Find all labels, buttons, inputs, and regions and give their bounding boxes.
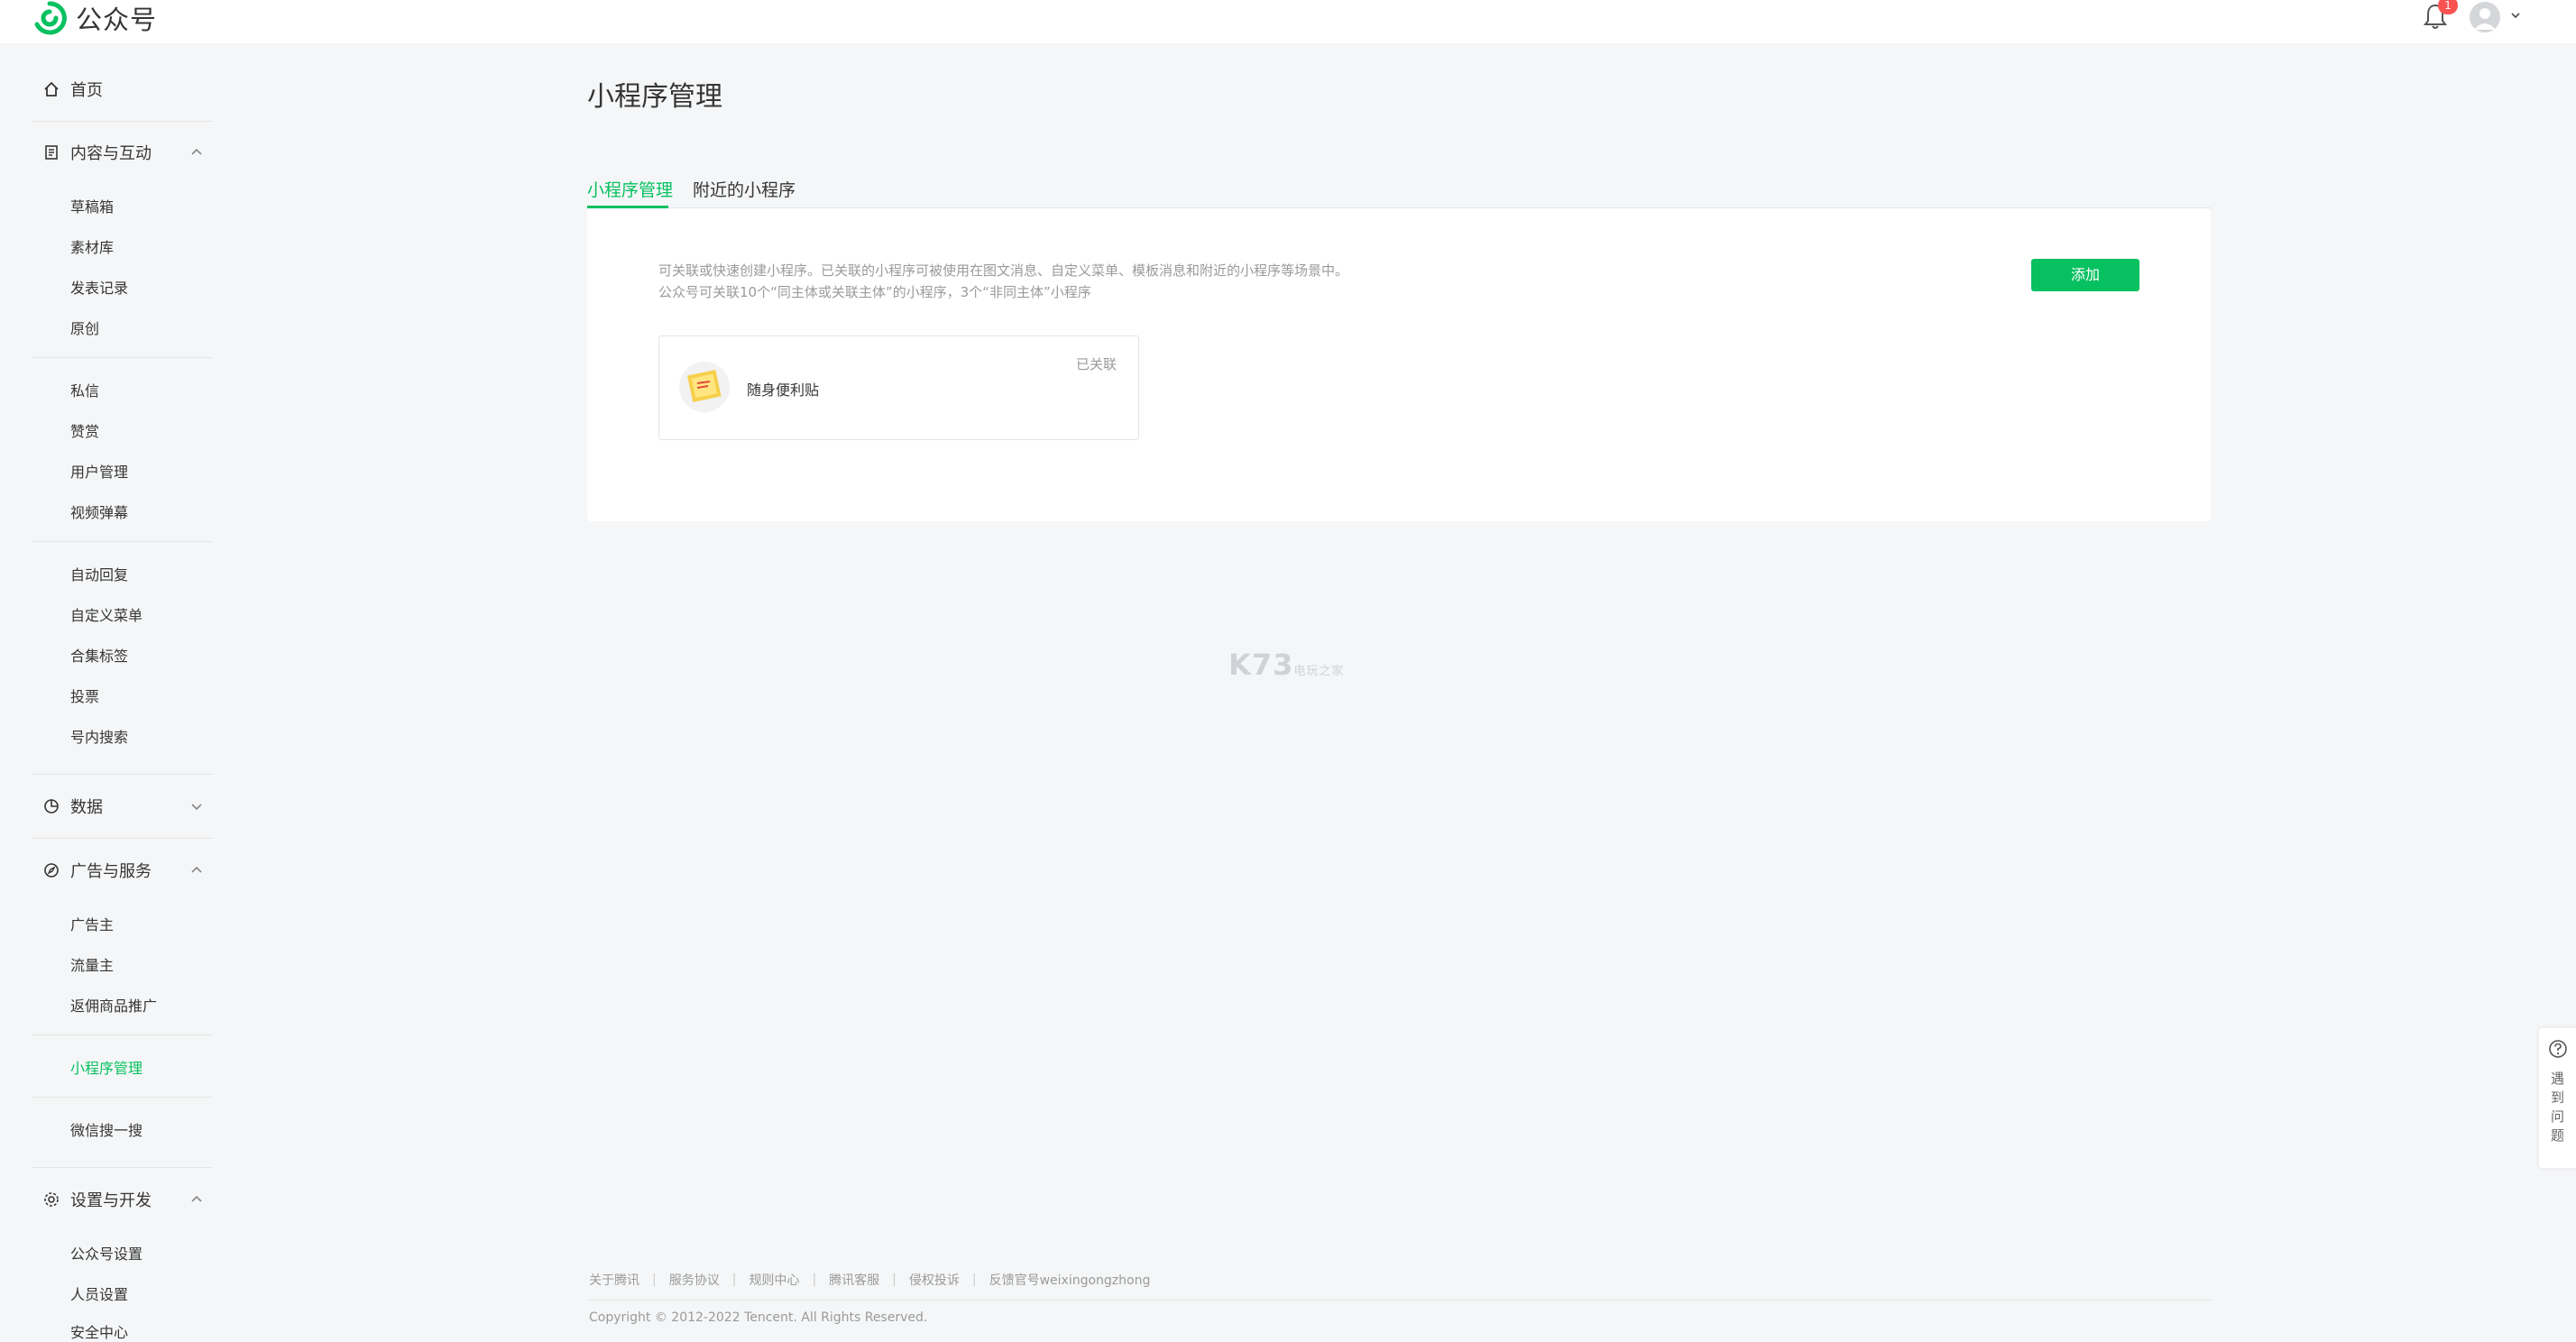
description-line-2: 公众号可关联10个“同主体或关联主体”的小程序，3个“非同主体”小程序: [658, 284, 1091, 300]
question-icon: [2549, 1040, 2567, 1058]
sidebar-item-security-center[interactable]: 安全中心: [70, 1320, 128, 1342]
miniprogram-logo: [679, 362, 730, 412]
description-line-1: 可关联或快速创建小程序。已关联的小程序可被使用在图文消息、自定义菜单、模板消息和…: [658, 262, 1349, 279]
footer-link-support[interactable]: 腾讯客服: [829, 1271, 879, 1289]
sidebar-item-materials[interactable]: 素材库: [70, 235, 114, 257]
sidebar-item-reward[interactable]: 赞赏: [70, 419, 99, 441]
sidebar-item-custom-menu[interactable]: 自定义菜单: [70, 603, 143, 625]
gear-icon: [41, 1190, 61, 1209]
sidebar-item-messages[interactable]: 私信: [70, 379, 99, 400]
sidebar-item-account-settings[interactable]: 公众号设置: [70, 1242, 143, 1264]
page-title: 小程序管理: [587, 81, 722, 113]
home-icon: [41, 79, 61, 99]
help-button[interactable]: 遇 到 问 题: [2539, 1028, 2576, 1168]
footer-link-feedback[interactable]: 反馈官号weixingongzhong: [989, 1271, 1151, 1289]
miniprogram-name: 随身便利贴: [747, 381, 820, 399]
sidebar-item-publisher[interactable]: 流量主: [70, 953, 114, 975]
sidebar-item-video-danmaku[interactable]: 视频弹幕: [70, 501, 128, 522]
sidebar-item-publish-records[interactable]: 发表记录: [70, 276, 128, 298]
copyright: Copyright © 2012-2022 Tencent. All Right…: [589, 1310, 928, 1325]
sidebar: 首页 内容与互动 草稿箱 素材库 发表记录 原创 私信 赞赏 用户管理 视频弹幕…: [32, 43, 213, 1341]
sidebar-item-home[interactable]: 首页: [32, 69, 213, 109]
document-icon: [41, 142, 61, 162]
divider: [32, 838, 213, 839]
sidebar-item-users[interactable]: 用户管理: [70, 460, 128, 482]
sidebar-item-collection-tags[interactable]: 合集标签: [70, 644, 128, 666]
sidebar-item-auto-reply[interactable]: 自动回复: [70, 563, 128, 584]
watermark-main: K73: [1228, 648, 1294, 682]
footer-divider: [589, 1300, 2213, 1301]
watermark: K73电玩之家: [1228, 648, 1344, 682]
sidebar-item-wechat-search[interactable]: 微信搜一搜: [70, 1118, 143, 1140]
notification-badge: 1: [2438, 0, 2458, 14]
help-label: 遇 到 问 题: [2550, 1071, 2564, 1144]
sidebar-item-vote[interactable]: 投票: [70, 685, 99, 706]
footer-links: 关于腾讯 | 服务协议 | 规则中心 | 腾讯客服 | 侵权投诉 | 反馈官号weixin…: [589, 1271, 1151, 1289]
linked-miniprogram-card[interactable]: 随身便利贴 已关联: [658, 336, 1139, 440]
footer-link-rules[interactable]: 规则中心: [749, 1271, 799, 1289]
chevron-up-icon: [191, 148, 202, 155]
divider: [32, 1097, 213, 1098]
top-bar: 公众号 1: [0, 0, 2576, 43]
watermark-sub: 电玩之家: [1293, 665, 1345, 678]
footer-link-about[interactable]: 关于腾讯: [589, 1271, 639, 1289]
sidebar-group-label: 设置与开发: [70, 1191, 152, 1210]
divider: [32, 121, 213, 122]
tab-nearby-miniprogram[interactable]: 附近的小程序: [693, 177, 796, 201]
chevron-up-icon: [191, 866, 202, 873]
sidebar-group-label: 数据: [70, 798, 103, 817]
sidebar-item-staff-settings[interactable]: 人员设置: [70, 1282, 128, 1304]
user-icon: [2474, 8, 2496, 30]
avatar[interactable]: [2470, 2, 2500, 32]
sidebar-group-ads[interactable]: 广告与服务: [32, 850, 213, 890]
chevron-down-icon: [191, 804, 202, 811]
divider: [32, 774, 213, 775]
compass-icon: [41, 860, 61, 880]
add-button[interactable]: 添加: [2031, 259, 2139, 291]
divider: [32, 541, 213, 542]
divider: [32, 357, 213, 358]
footer-link-infringement[interactable]: 侵权投诉: [909, 1271, 960, 1289]
sidebar-item-drafts[interactable]: 草稿箱: [70, 195, 114, 216]
sidebar-item-label: 首页: [70, 81, 103, 100]
miniprogram-panel: 可关联或快速创建小程序。已关联的小程序可被使用在图文消息、自定义菜单、模板消息和…: [587, 208, 2211, 521]
miniprogram-status: 已关联: [1075, 356, 1117, 372]
sidebar-item-original[interactable]: 原创: [70, 317, 99, 338]
sidebar-group-label: 内容与互动: [70, 144, 152, 163]
tab-miniprogram-manage[interactable]: 小程序管理: [587, 177, 673, 201]
footer-link-terms[interactable]: 服务协议: [669, 1271, 720, 1289]
sidebar-item-miniprogram-manage[interactable]: 小程序管理: [70, 1056, 143, 1078]
sidebar-group-data[interactable]: 数据: [32, 786, 213, 826]
sidebar-group-content[interactable]: 内容与互动: [32, 133, 213, 172]
wechat-official-logo-icon: [34, 1, 67, 35]
divider: [32, 1034, 213, 1035]
sidebar-group-label: 广告与服务: [70, 862, 152, 881]
brand-logo[interactable]: 公众号: [32, 0, 157, 36]
divider: [32, 1167, 213, 1168]
chevron-down-icon[interactable]: [2509, 9, 2522, 22]
sidebar-item-advertiser[interactable]: 广告主: [70, 913, 114, 934]
footer: 关于腾讯 | 服务协议 | 规则中心 | 腾讯客服 | 侵权投诉 | 反馈官号weixin…: [589, 1271, 2213, 1325]
tab-bar: 小程序管理 附近的小程序: [587, 132, 2211, 211]
pie-chart-icon: [41, 796, 61, 816]
sidebar-item-in-account-search[interactable]: 号内搜索: [70, 725, 128, 747]
brand-name: 公众号: [76, 5, 158, 35]
chevron-up-icon: [191, 1195, 202, 1202]
sidebar-item-commission-promo[interactable]: 返佣商品推广: [70, 994, 157, 1016]
sidebar-group-settings[interactable]: 设置与开发: [32, 1180, 213, 1219]
